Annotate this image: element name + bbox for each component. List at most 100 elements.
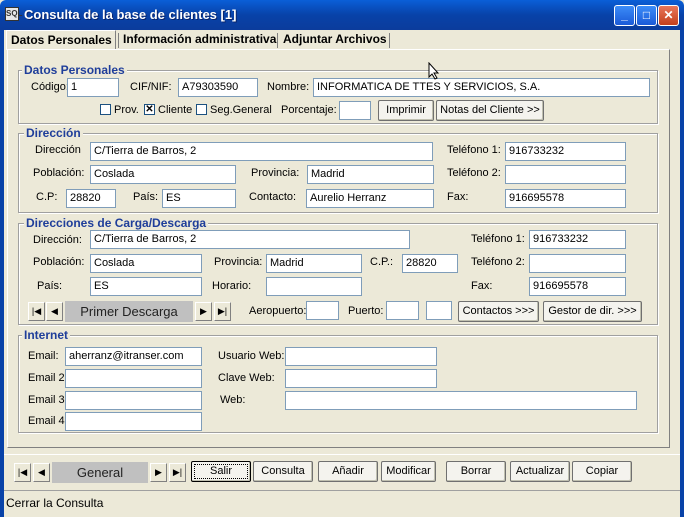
modificar-button[interactable]: Modificar [381, 461, 436, 482]
horario-field[interactable] [266, 277, 362, 296]
web-field[interactable] [285, 391, 637, 410]
clave-web-field[interactable] [285, 369, 437, 388]
carga-next-record-icon[interactable]: ▶ [195, 302, 212, 321]
puerto-extra-field[interactable] [426, 301, 452, 320]
cif-field[interactable]: A79303590 [178, 78, 258, 97]
poblacion-label: Población: [33, 167, 85, 179]
aeropuerto-field[interactable] [306, 301, 339, 320]
first-record-icon[interactable]: |◀ [14, 463, 31, 482]
window-title: Consulta de la base de clientes [1] [24, 7, 237, 22]
seg-general-checkbox[interactable] [196, 104, 207, 115]
web-label: Web: [220, 394, 246, 406]
carga-telefono2-label: Teléfono 2: [471, 256, 525, 268]
contactos-button[interactable]: Contactos >>> [458, 301, 539, 322]
window-border-right [680, 30, 684, 517]
codigo-field[interactable]: 1 [67, 78, 119, 97]
window-border-left [0, 30, 4, 517]
carga-cp-label: C.P.: [370, 256, 394, 268]
cif-label: CIF/NIF: [130, 81, 172, 93]
carga-prev-record-icon[interactable]: ◀ [46, 302, 63, 321]
notas-cliente-button[interactable]: Notas del Cliente >> [436, 100, 544, 121]
usuario-web-field[interactable] [285, 347, 437, 366]
carga-telefono1-field[interactable]: 916733232 [529, 230, 626, 249]
last-record-icon[interactable]: ▶| [169, 463, 186, 482]
telefono1-label: Teléfono 1: [447, 144, 501, 156]
carga-pais-field[interactable]: ES [90, 277, 202, 296]
carga-pais-label: País: [37, 280, 63, 292]
carga-first-record-icon[interactable]: |◀ [28, 302, 45, 321]
tab-adjuntar-archivos[interactable]: Adjuntar Archivos [279, 30, 391, 50]
telefono2-label: Teléfono 2: [447, 167, 501, 179]
contacto-field[interactable]: Aurelio Herranz [306, 189, 434, 208]
title-bar[interactable]: SQL Consulta de la base de clientes [1] … [0, 0, 684, 30]
carga-poblacion-field[interactable]: Coslada [90, 254, 202, 273]
email4-label: Email 4: [28, 415, 68, 427]
salir-button[interactable]: Salir [191, 461, 251, 482]
direccion-label: Dirección [35, 144, 81, 156]
record-label: General [52, 462, 148, 483]
tab-datos-personales[interactable]: Datos Personales [6, 30, 116, 50]
cp-field[interactable]: 28820 [66, 189, 116, 208]
borrar-button[interactable]: Borrar [446, 461, 506, 482]
carga-telefono1-label: Teléfono 1: [471, 233, 525, 245]
minimize-icon[interactable]: _ [614, 5, 635, 26]
mouse-cursor-icon [428, 62, 440, 80]
nombre-field[interactable]: INFORMATICA DE TTES Y SERVICIOS, S.A. [313, 78, 650, 97]
telefono1-field[interactable]: 916733232 [505, 142, 626, 161]
email3-field[interactable] [65, 391, 202, 410]
carga-last-record-icon[interactable]: ▶| [214, 302, 231, 321]
carga-provincia-label: Provincia: [214, 256, 263, 268]
puerto-field[interactable] [386, 301, 419, 320]
anadir-button[interactable]: Añadir [318, 461, 378, 482]
actualizar-button[interactable]: Actualizar [510, 461, 570, 482]
email-field[interactable]: aherranz@itranser.com [65, 347, 202, 366]
status-bar: Cerrar la Consulta [4, 490, 680, 513]
pais-field[interactable]: ES [162, 189, 236, 208]
email2-field[interactable] [65, 369, 202, 388]
porcentaje-field[interactable] [339, 101, 371, 120]
copiar-button[interactable]: Copiar [572, 461, 632, 482]
tab-separator [277, 33, 278, 48]
direccion-title: Dirección [24, 126, 83, 140]
email-label: Email: [28, 350, 59, 362]
carga-direccion-label: Dirección: [33, 234, 82, 246]
horario-label: Horario: [212, 280, 252, 292]
internet-title: Internet [22, 328, 71, 342]
prov-label: Prov. [114, 104, 139, 116]
email3-label: Email 3: [28, 394, 68, 406]
next-record-icon[interactable]: ▶ [150, 463, 167, 482]
status-text: Cerrar la Consulta [6, 496, 104, 510]
consulta-button[interactable]: Consulta [253, 461, 313, 482]
direccion-field[interactable]: C/Tierra de Barros, 2 [90, 142, 433, 161]
gestor-direcciones-button[interactable]: Gestor de dir. >>> [543, 301, 642, 322]
carga-fax-field[interactable]: 916695578 [529, 277, 626, 296]
provincia-label: Provincia: [251, 167, 300, 179]
app-icon: SQL [5, 7, 22, 21]
close-icon[interactable]: ✕ [658, 5, 679, 26]
carga-record-label: Primer Descarga [65, 301, 193, 322]
email4-field[interactable] [65, 412, 202, 431]
provincia-field[interactable]: Madrid [307, 165, 434, 184]
datos-personales-title: Datos Personales [22, 63, 127, 77]
clave-web-label: Clave Web: [218, 372, 275, 384]
cliente-checkbox[interactable]: ✕ [144, 104, 155, 115]
seg-general-label: Seg.General [210, 104, 272, 116]
carga-direccion-field[interactable]: C/Tierra de Barros, 2 [90, 230, 410, 249]
maximize-icon[interactable]: □ [636, 5, 657, 26]
carga-provincia-field[interactable]: Madrid [266, 254, 362, 273]
codigo-label: Código: [31, 81, 69, 93]
tab-separator [389, 33, 390, 48]
aeropuerto-label: Aeropuerto: [249, 305, 307, 317]
puerto-label: Puerto: [348, 305, 384, 317]
cliente-label: Cliente [158, 104, 193, 116]
tab-informacion-administrativa[interactable]: Información administrativa [119, 30, 280, 50]
prev-record-icon[interactable]: ◀ [33, 463, 50, 482]
fax-field[interactable]: 916695578 [505, 189, 626, 208]
poblacion-field[interactable]: Coslada [90, 165, 236, 184]
carga-cp-field[interactable]: 28820 [402, 254, 458, 273]
email2-label: Email 2: [28, 372, 68, 384]
imprimir-button[interactable]: Imprimir [378, 100, 434, 121]
carga-telefono2-field[interactable] [529, 254, 626, 273]
prov-checkbox[interactable] [100, 104, 111, 115]
telefono2-field[interactable] [505, 165, 626, 184]
